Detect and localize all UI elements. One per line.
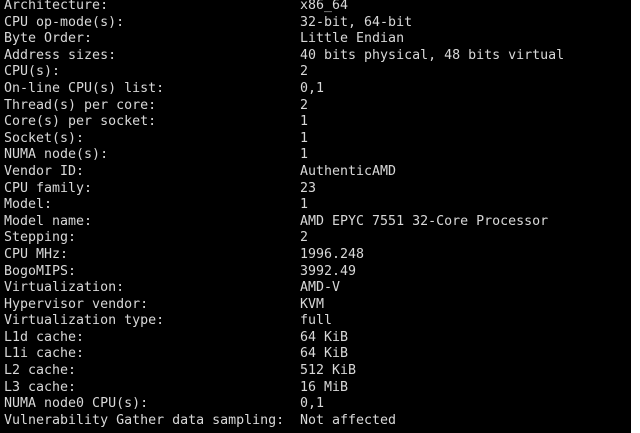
row-key: L1d cache: xyxy=(4,329,85,345)
row-value: Little Endian xyxy=(300,31,405,47)
row-value: 3992.49 xyxy=(300,263,357,279)
row-key: Model name: xyxy=(4,213,93,229)
output-row: Model name: AMD EPYC 7551 32-Core Process… xyxy=(4,214,631,231)
output-row: Socket(s): 1 xyxy=(4,131,631,148)
row-value: 64 KiB xyxy=(300,329,349,345)
row-value: x86_64 xyxy=(300,0,349,13)
row-key: Address sizes: xyxy=(4,47,117,63)
output-row: Core(s) per socket: 1 xyxy=(4,114,631,131)
row-key: NUMA node(s): xyxy=(4,147,109,163)
row-key: CPU op-mode(s): xyxy=(4,14,125,30)
output-row: On-line CPU(s) list: 0,1 xyxy=(4,81,631,98)
row-key: Stepping: xyxy=(4,230,77,246)
row-key: Architecture: xyxy=(4,0,109,13)
output-row: CPU op-mode(s): 32-bit, 64-bit xyxy=(4,15,631,32)
row-value: 1 xyxy=(300,130,309,146)
row-key: L3 cache: xyxy=(4,379,77,395)
output-row: Address sizes: 40 bits physical, 48 bits … xyxy=(4,48,631,65)
row-key: CPU family: xyxy=(4,180,93,196)
output-row: Hypervisor vendor: KVM xyxy=(4,297,631,314)
lscpu-output: Architecture: x86_64 CPU op-mode(s): 32-bi… xyxy=(4,0,631,429)
row-key: NUMA node0 CPU(s): xyxy=(4,396,149,412)
output-row: L1i cache: 64 KiB xyxy=(4,346,631,363)
row-value: AMD-V xyxy=(300,280,341,296)
output-row: Vulnerability Gather data sampling: Not a… xyxy=(4,413,631,430)
row-value: KVM xyxy=(300,296,325,312)
output-row: CPU(s): 2 xyxy=(4,64,631,81)
row-key: Byte Order: xyxy=(4,31,93,47)
output-row: NUMA node(s): 1 xyxy=(4,147,631,164)
row-key: Thread(s) per core: xyxy=(4,97,157,113)
row-value: 40 bits physical, 48 bits virtual xyxy=(300,47,565,63)
row-value: 1 xyxy=(300,114,309,130)
row-key: On-line CPU(s) list: xyxy=(4,80,165,96)
row-value: 0,1 xyxy=(300,396,325,412)
output-row: Virtualization: AMD-V xyxy=(4,280,631,297)
row-key: CPU(s): xyxy=(4,64,61,80)
row-key: Virtualization: xyxy=(4,280,125,296)
output-row: Vendor ID: AuthenticAMD xyxy=(4,164,631,181)
row-value: 16 MiB xyxy=(300,379,349,395)
row-value: full xyxy=(300,313,333,329)
row-value: 2 xyxy=(300,230,309,246)
row-key: Hypervisor vendor: xyxy=(4,296,149,312)
window-edge xyxy=(631,0,640,433)
row-key: Core(s) per socket: xyxy=(4,114,157,130)
output-row: Virtualization type: full xyxy=(4,313,631,330)
output-row: L2 cache: 512 KiB xyxy=(4,363,631,380)
row-value: 1996.248 xyxy=(300,246,365,262)
output-row: Byte Order: Little Endian xyxy=(4,31,631,48)
row-value: 2 xyxy=(300,97,309,113)
output-row: NUMA node0 CPU(s): 0,1 xyxy=(4,396,631,413)
row-value: 2 xyxy=(300,64,309,80)
output-row: Stepping: 2 xyxy=(4,230,631,247)
row-key: Vulnerability Gather data sampling: xyxy=(4,412,285,428)
output-row: Thread(s) per core: 2 xyxy=(4,98,631,115)
row-value: 64 KiB xyxy=(300,346,349,362)
row-value: 32-bit, 64-bit xyxy=(300,14,413,30)
row-key: Socket(s): xyxy=(4,130,85,146)
output-row: Architecture: x86_64 xyxy=(4,0,631,15)
row-value: 512 KiB xyxy=(300,363,357,379)
row-key: Vendor ID: xyxy=(4,163,85,179)
row-value: 1 xyxy=(300,197,309,213)
row-key: L2 cache: xyxy=(4,363,77,379)
row-key: BogoMIPS: xyxy=(4,263,77,279)
row-key: Virtualization type: xyxy=(4,313,165,329)
row-key: Model: xyxy=(4,197,53,213)
row-value: Not affected xyxy=(300,412,397,428)
row-value: 23 xyxy=(300,180,317,196)
output-row: CPU MHz: 1996.248 xyxy=(4,247,631,264)
output-row: L3 cache: 16 MiB xyxy=(4,380,631,397)
row-value: 0,1 xyxy=(300,80,325,96)
output-row: L1d cache: 64 KiB xyxy=(4,330,631,347)
row-value: AMD EPYC 7551 32-Core Processor xyxy=(300,213,549,229)
output-row: BogoMIPS: 3992.49 xyxy=(4,264,631,281)
row-value: 1 xyxy=(300,147,309,163)
row-value: AuthenticAMD xyxy=(300,163,397,179)
row-key: L1i cache: xyxy=(4,346,85,362)
output-row: CPU family: 23 xyxy=(4,181,631,198)
output-row: Model: 1 xyxy=(4,197,631,214)
terminal-window[interactable]: Architecture: x86_64 CPU op-mode(s): 32-bi… xyxy=(0,0,631,433)
row-key: CPU MHz: xyxy=(4,246,69,262)
